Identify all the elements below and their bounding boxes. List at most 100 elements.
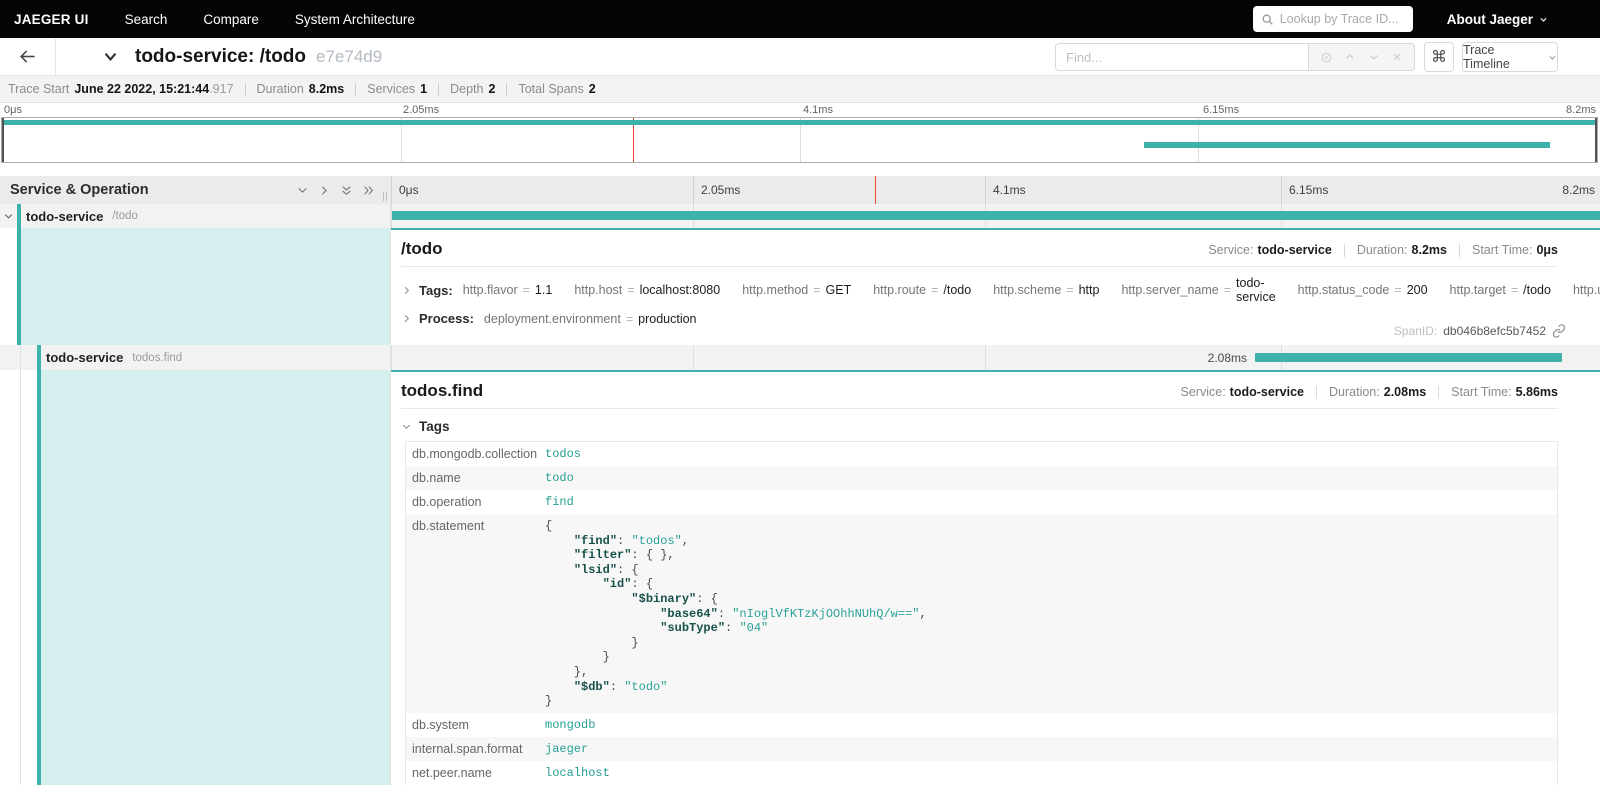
meta-duration-value: 2.08ms	[1384, 385, 1426, 399]
jaeger-trace-page: JAEGER UI Search Compare System Architec…	[0, 0, 1600, 785]
service-operation-title: Service & Operation	[10, 182, 149, 198]
summary-label: Duration	[257, 82, 304, 96]
column-resizer[interactable]	[383, 192, 387, 201]
indent-guide-line	[20, 345, 21, 785]
tag-chip: http.user_agent=M...	[1573, 283, 1600, 297]
back-button[interactable]	[0, 38, 56, 75]
timeline-axis: 0μs 2.05ms 4.1ms 6.15ms 8.2ms	[391, 176, 1600, 204]
axis-gridline	[985, 345, 986, 370]
trace-view-label: Trace Timeline	[1463, 43, 1542, 71]
tag-key: db.mongodb.collection	[406, 442, 539, 465]
span-service-name[interactable]: todo-service	[46, 350, 123, 365]
back-arrow-icon	[18, 47, 37, 66]
tag-chip: http.flavor=1.1	[463, 283, 553, 297]
minimap-tick: 6.15ms	[1203, 104, 1239, 116]
minimap-tick: 4.1ms	[803, 104, 833, 116]
summary-label: Services	[367, 82, 415, 96]
span-row-todos-find-left: todo-service todos.find	[0, 345, 391, 370]
tag-chip: http.method=GET	[742, 283, 851, 297]
total-spans-value: 2	[589, 82, 596, 96]
chevron-down-icon	[401, 421, 412, 432]
timeline-minimap[interactable]	[1, 117, 1598, 163]
minimap-span-bar-todos-find	[1144, 142, 1550, 148]
spanid-label: SpanID:	[1394, 324, 1437, 338]
top-nav: JAEGER UI Search Compare System Architec…	[0, 0, 1600, 38]
nav-item-search[interactable]: Search	[125, 12, 168, 27]
span-row-todo[interactable]: todo-service /todo	[0, 204, 1600, 228]
summary-label: Total Spans	[518, 82, 583, 96]
span-bar-todo[interactable]	[392, 211, 1600, 220]
nav-item-system-architecture[interactable]: System Architecture	[295, 12, 415, 27]
jaeger-logo[interactable]: JAEGER UI	[14, 12, 89, 27]
span-service-name[interactable]: todo-service	[26, 209, 103, 224]
span-row-todos-find-timeline: 2.08ms	[391, 345, 1600, 370]
prev-match-icon[interactable]	[1344, 51, 1356, 63]
span-color-accent	[37, 345, 41, 370]
duration-value: 8.2ms	[309, 82, 344, 96]
meta-label: Service:	[1181, 385, 1226, 399]
tag-key: db.statement	[406, 514, 539, 537]
tags-label: Tags:	[419, 283, 453, 298]
summary-label: Trace Start	[8, 82, 69, 96]
tag-chip: http.host=localhost:8080	[574, 283, 720, 297]
axis-tick: 6.15ms	[1289, 183, 1328, 197]
expand-one-icon[interactable]	[318, 184, 331, 197]
axis-gridline	[391, 176, 392, 204]
link-icon[interactable]	[1552, 324, 1566, 338]
timeline-header-left: Service & Operation	[0, 176, 391, 204]
collapse-trace-chevron[interactable]	[102, 48, 119, 65]
minimap-right-handle[interactable]	[1595, 118, 1597, 162]
trace-start-value: June 22 2022, 15:21:44	[74, 82, 209, 96]
collapse-children-icon[interactable]	[3, 211, 14, 222]
find-input[interactable]	[1055, 43, 1309, 71]
table-row: net.peer.name localhost	[406, 761, 1557, 785]
trace-view-select[interactable]: Trace Timeline	[1462, 42, 1558, 72]
clear-find-icon[interactable]	[1391, 51, 1403, 63]
spanid-line: SpanID: db046b8efc5b7452	[1394, 324, 1566, 338]
span-detail-indent-todo	[21, 228, 390, 345]
span-row-todo-left: todo-service /todo	[0, 204, 391, 228]
axis-gridline	[693, 176, 694, 204]
tag-chip: http.status_code=200	[1298, 283, 1428, 297]
collapse-all-icon[interactable]	[340, 184, 353, 197]
axis-gridline	[391, 345, 392, 370]
span-row-todos-find[interactable]: todo-service todos.find 2.08ms	[0, 345, 1600, 370]
nav-item-compare[interactable]: Compare	[203, 12, 259, 27]
trace-summary-bar: Trace Start June 22 2022, 15:21:44 .917 …	[0, 76, 1600, 103]
trace-id-lookup[interactable]	[1253, 6, 1413, 32]
span-detail-meta: Service: todo-service Duration: 2.08ms S…	[1181, 385, 1558, 399]
keyboard-shortcuts-button[interactable]: ⌘	[1424, 42, 1454, 72]
timeline-header: Service & Operation 0μs 2.05ms 4.1ms 6.1…	[0, 176, 1600, 204]
minimap-left-handle[interactable]	[2, 118, 4, 162]
tag-value: jaeger	[539, 737, 596, 760]
tags-accordion-todos-find[interactable]: Tags	[401, 419, 1558, 434]
trace-start-ms-suffix: .917	[209, 82, 233, 96]
tags-section-title: Tags	[419, 419, 450, 434]
collapse-one-icon[interactable]	[296, 184, 309, 197]
meta-service-value: todo-service	[1230, 385, 1304, 399]
chevron-right-icon	[401, 285, 412, 296]
divider	[1316, 386, 1317, 399]
divider	[245, 83, 246, 96]
axis-tick: 0μs	[399, 183, 419, 197]
axis-gridline	[693, 345, 694, 370]
about-jaeger-menu[interactable]: About Jaeger	[1447, 12, 1548, 27]
find-controls	[1309, 43, 1415, 71]
expand-all-icon[interactable]	[362, 184, 375, 197]
tags-accordion-todo[interactable]: Tags: http.flavor=1.1 http.host=localhos…	[401, 276, 1558, 304]
about-jaeger-label: About Jaeger	[1447, 12, 1533, 27]
trace-id-lookup-input[interactable]	[1280, 12, 1405, 26]
focus-target-icon[interactable]	[1320, 51, 1333, 64]
summary-label: Depth	[450, 82, 483, 96]
axis-gridline	[985, 176, 986, 204]
axis-tick: 4.1ms	[993, 183, 1026, 197]
span-bar-todos-find[interactable]	[1255, 353, 1562, 362]
meta-service-value: todo-service	[1257, 243, 1331, 257]
meta-label: Duration:	[1329, 385, 1380, 399]
next-match-icon[interactable]	[1368, 51, 1380, 63]
minimap-tick: 0μs	[4, 104, 22, 116]
divider	[355, 83, 356, 96]
command-icon: ⌘	[1431, 47, 1447, 67]
meta-start-time-value: 5.86ms	[1516, 385, 1558, 399]
process-accordion-todo[interactable]: Process: deployment.environment=producti…	[401, 311, 1558, 326]
